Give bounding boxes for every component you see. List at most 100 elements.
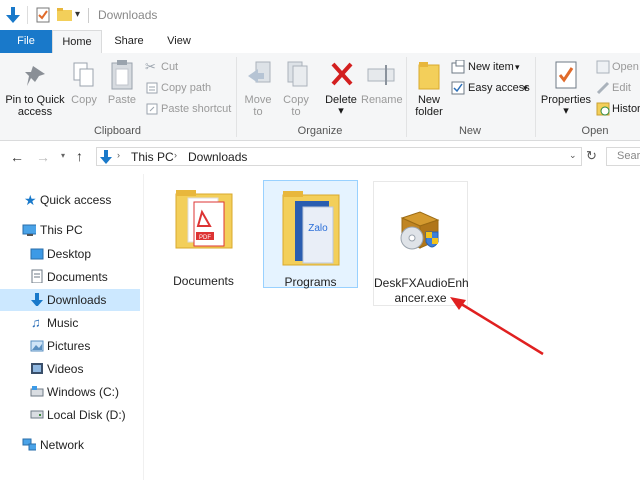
network-icon xyxy=(22,438,36,451)
easy-access-icon xyxy=(451,81,465,95)
copy-to-button[interactable]: Copy to xyxy=(278,58,314,118)
music-note-icon: ♫ xyxy=(31,315,41,330)
copy-label: Copy xyxy=(71,94,97,106)
pin-label-2: access xyxy=(17,106,53,118)
cut-button[interactable]: ✂ Cut xyxy=(145,58,230,76)
move-to-label: Move xyxy=(244,94,272,106)
file-item-programs[interactable]: Zalo Programs xyxy=(263,180,358,289)
new-item-button[interactable]: New item ▾ xyxy=(451,58,536,76)
copy-path-button[interactable]: Copy path xyxy=(145,79,230,97)
nav-label: Downloads xyxy=(47,293,107,307)
file-item-documents[interactable]: PDF Documents xyxy=(156,180,251,288)
title-divider xyxy=(88,8,89,23)
easy-access-button[interactable]: Easy access ▾ xyxy=(451,79,536,97)
computer-icon xyxy=(22,224,36,236)
nav-item-downloads[interactable]: Downloads xyxy=(0,289,140,311)
nav-item-documents[interactable]: Documents xyxy=(0,266,140,288)
open-button[interactable]: Open xyxy=(596,58,640,76)
customize-qat-icon[interactable]: ▾ xyxy=(75,9,80,20)
nav-item-local-d[interactable]: Local Disk (D:) xyxy=(0,404,140,426)
properties-button[interactable]: Properties ▾ xyxy=(540,58,592,120)
ribbon-group-separator xyxy=(406,57,407,137)
new-item-label: New item xyxy=(468,61,514,73)
rename-label: Rename xyxy=(361,94,403,106)
new-folder-icon xyxy=(418,62,440,90)
file-name: Programs xyxy=(284,275,337,289)
new-group-label: New xyxy=(458,125,481,137)
forward-arrow-icon[interactable]: → xyxy=(36,149,50,165)
cut-label: Cut xyxy=(161,61,179,73)
new-item-icon xyxy=(451,60,465,74)
title-bar: ▾ Downloads xyxy=(0,0,640,30)
open-icon xyxy=(596,60,610,74)
paste-button[interactable]: Paste xyxy=(104,58,140,112)
delete-dropdown-icon: ▾ xyxy=(338,105,344,117)
drive-icon xyxy=(30,410,44,419)
nav-item-network[interactable]: Network xyxy=(0,434,140,456)
search-input-placeholder: Sear xyxy=(617,150,640,162)
tab-share[interactable]: Share xyxy=(104,30,154,53)
ribbon-group-separator xyxy=(236,57,237,137)
move-to-icon xyxy=(248,61,271,83)
nav-label: Network xyxy=(40,438,85,452)
nav-item-this-pc[interactable]: This PC xyxy=(0,219,140,241)
copy-to-label-2: to xyxy=(291,106,301,118)
move-to-label-2: to xyxy=(253,106,263,118)
pdf-badge-icon: PDF xyxy=(199,235,211,241)
breadcrumb-this-pc[interactable]: This PC xyxy=(131,150,174,164)
nav-item-windows-c[interactable]: Windows (C:) xyxy=(0,381,140,403)
new-folder-qat-icon[interactable] xyxy=(57,7,73,22)
tab-home[interactable]: Home xyxy=(52,30,102,53)
move-to-button[interactable]: Move to xyxy=(240,58,276,118)
history-button[interactable]: Histor xyxy=(596,100,640,118)
new-item-dropdown-icon: ▾ xyxy=(515,62,520,72)
breadcrumb-separator-icon: › xyxy=(174,150,177,160)
paste-shortcut-icon xyxy=(146,103,158,115)
nav-label: Windows (C:) xyxy=(47,385,120,399)
programs-folder-icon: Zalo xyxy=(282,191,340,266)
delete-button[interactable]: Delete ▾ xyxy=(321,58,361,118)
tab-file[interactable]: File xyxy=(0,30,52,53)
nav-item-music[interactable]: ♫ Music xyxy=(0,312,140,334)
download-arrow-icon[interactable] xyxy=(5,6,21,24)
scissors-icon: ✂ xyxy=(145,59,156,74)
easy-access-label: Easy access xyxy=(468,82,530,94)
nav-label: Quick access xyxy=(40,193,112,207)
refresh-icon[interactable]: ↻ xyxy=(586,148,597,164)
tab-view[interactable]: View xyxy=(154,30,204,53)
back-arrow-icon[interactable]: ← xyxy=(10,149,24,165)
star-icon: ★ xyxy=(24,192,37,208)
nav-item-pictures[interactable]: Pictures xyxy=(0,335,140,357)
nav-item-quick-access[interactable]: ★ Quick access xyxy=(0,189,140,211)
breadcrumb-downloads[interactable]: Downloads xyxy=(188,150,247,164)
nav-item-desktop[interactable]: Desktop xyxy=(0,243,140,265)
delete-x-icon xyxy=(331,62,353,86)
paste-shortcut-label: Paste shortcut xyxy=(161,103,232,115)
nav-label: Music xyxy=(47,316,79,330)
paste-shortcut-button[interactable]: Paste shortcut xyxy=(145,100,233,118)
up-arrow-icon[interactable]: ↑ xyxy=(76,148,83,164)
nav-label: Pictures xyxy=(47,339,91,353)
copy-button[interactable]: Copy xyxy=(68,60,100,112)
recent-locations-chevron-icon[interactable]: ▾ xyxy=(61,151,65,160)
installer-box-icon xyxy=(400,211,440,250)
easy-access-dropdown-icon: ▾ xyxy=(523,83,528,93)
documents-folder-icon: PDF xyxy=(175,190,233,249)
properties-qat-icon[interactable] xyxy=(36,7,50,23)
nav-label: This PC xyxy=(40,223,83,237)
nav-item-videos[interactable]: Videos xyxy=(0,358,140,380)
file-item-deskfx-exe[interactable]: DeskFXAudioEnh ancer.exe xyxy=(373,181,469,306)
pin-to-quick-access-button[interactable]: Pin to Quick access xyxy=(4,60,66,122)
history-label: Histor xyxy=(612,103,640,115)
copy-icon xyxy=(73,62,94,87)
zalo-logo-icon: Zalo xyxy=(308,223,328,234)
new-folder-button[interactable]: New folder xyxy=(410,58,448,120)
edit-button[interactable]: Edit xyxy=(596,79,640,97)
pin-icon xyxy=(25,66,45,86)
rename-button[interactable]: Rename xyxy=(361,58,403,118)
window-title: Downloads xyxy=(98,8,158,22)
rename-icon xyxy=(367,65,395,85)
history-clock-icon xyxy=(596,102,610,116)
address-dropdown-icon[interactable]: ⌄ xyxy=(569,150,577,161)
videos-icon xyxy=(31,363,43,374)
